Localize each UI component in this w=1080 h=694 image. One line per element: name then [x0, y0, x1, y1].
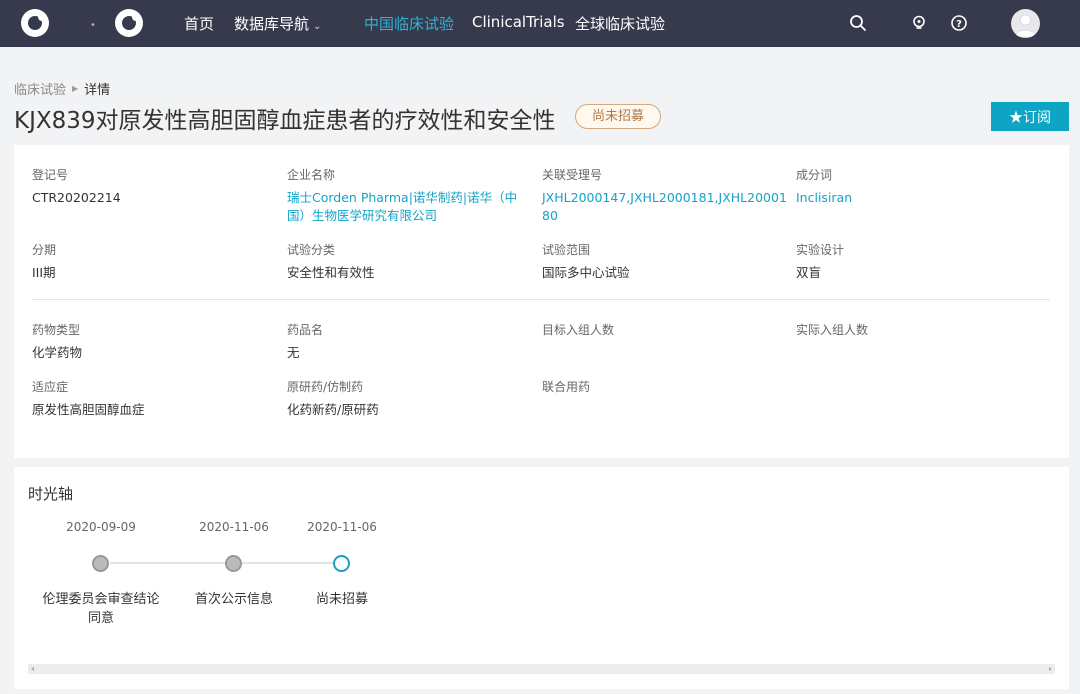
- field-label: 企业名称: [287, 168, 336, 182]
- field-value: 安全性和有效性: [287, 265, 375, 280]
- field-indication: 适应症 原发性高胆固醇血症: [32, 379, 272, 419]
- field-label: 试验分类: [287, 243, 336, 257]
- bulb-icon[interactable]: [910, 14, 928, 32]
- timeline-label: 伦理委员会审查结论同意: [42, 592, 160, 626]
- field-design: 实验设计 双盲: [796, 242, 1036, 282]
- user-avatar-icon[interactable]: [1011, 9, 1040, 38]
- field-label: 药品名: [287, 323, 324, 337]
- field-company: 企业名称 瑞士Corden Pharma|诺华制药|诺华（中国）生物医学研究有限…: [287, 167, 522, 225]
- field-label: 原研药/仿制药: [287, 380, 364, 394]
- accept-no-link[interactable]: JXHL2000147,JXHL2000181,JXHL2000180: [542, 189, 787, 225]
- timeline-node[interactable]: [225, 555, 242, 572]
- breadcrumb: 临床试验 ▶ 详情: [14, 79, 110, 98]
- field-value: 国际多中心试验: [542, 265, 630, 280]
- timeline-label: 首次公示信息: [194, 592, 273, 607]
- field-label: 联合用药: [542, 380, 591, 394]
- field-category: 试验分类 安全性和有效性: [287, 242, 527, 282]
- field-value: III期: [32, 265, 56, 280]
- field-label: 分期: [32, 243, 57, 257]
- field-label: 目标入组人数: [542, 323, 615, 337]
- field-value: 原发性高胆固醇血症: [32, 402, 145, 417]
- separator-dot: •: [90, 20, 96, 31]
- field-scope: 试验范围 国际多中心试验: [542, 242, 782, 282]
- top-nav: • 首页 数据库导航 ⌄ 中国临床试验 ClinicalTrials 全球临床试验…: [0, 0, 1080, 47]
- field-combo: 联合用药: [542, 379, 782, 401]
- section-divider: [32, 299, 1050, 300]
- field-value: 双盲: [796, 265, 822, 280]
- timeline-date: 2020-09-09: [66, 520, 136, 534]
- subscribe-button[interactable]: ★订阅: [991, 102, 1069, 131]
- field-phase: 分期 III期: [32, 242, 272, 282]
- field-target-enroll: 目标入组人数: [542, 322, 782, 344]
- timeline-card: 时光轴 2020-09-09 2020-11-06 2020-11-06 伦理委…: [14, 467, 1069, 689]
- timeline-label: 尚未招募: [315, 592, 368, 607]
- field-value: CTR20202214: [32, 190, 121, 205]
- help-icon[interactable]: ?: [950, 14, 968, 32]
- svg-text:?: ?: [956, 19, 962, 30]
- field-value: 化学药物: [32, 345, 83, 360]
- field-actual-enroll: 实际入组人数: [796, 322, 1036, 344]
- timeline-title: 时光轴: [28, 485, 74, 503]
- field-label: 药物类型: [32, 323, 81, 337]
- field-label: 实验设计: [796, 243, 845, 257]
- chevron-down-icon: ⌄: [313, 21, 322, 32]
- timeline-node[interactable]: [92, 555, 109, 572]
- breadcrumb-arrow-icon: ▶: [72, 84, 79, 93]
- field-label: 登记号: [32, 168, 69, 182]
- nav-home[interactable]: 首页: [184, 13, 214, 34]
- nav-china-trials[interactable]: 中国临床试验: [364, 13, 454, 34]
- field-label: 实际入组人数: [796, 323, 869, 337]
- breadcrumb-current: 详情: [84, 83, 111, 98]
- breadcrumb-parent[interactable]: 临床试验: [14, 79, 66, 98]
- timeline-date: 2020-11-06: [307, 520, 377, 534]
- nav-database[interactable]: 数据库导航 ⌄: [234, 13, 321, 34]
- page-title: KJX839对原发性高胆固醇血症患者的疗效性和安全性: [14, 108, 556, 134]
- logo-icon[interactable]: [21, 9, 49, 37]
- nav-database-label: 数据库导航: [234, 15, 310, 33]
- trial-info-card: 登记号 CTR20202214 企业名称 瑞士Corden Pharma|诺华制…: [14, 145, 1069, 458]
- field-orig-generic: 原研药/仿制药 化药新药/原研药: [287, 379, 527, 419]
- timeline-node-current[interactable]: [333, 555, 350, 572]
- field-label: 适应症: [32, 380, 69, 394]
- search-icon[interactable]: [849, 14, 867, 32]
- ingredient-link[interactable]: Inclisiran: [796, 189, 1036, 207]
- field-label: 关联受理号: [542, 168, 603, 182]
- field-value: 无: [287, 345, 300, 360]
- horizontal-scrollbar[interactable]: [28, 664, 1055, 674]
- field-drug-type: 药物类型 化学药物: [32, 322, 272, 362]
- field-reg-no: 登记号 CTR20202214: [32, 167, 272, 207]
- nav-global-trials[interactable]: 全球临床试验: [575, 13, 665, 34]
- logo-icon[interactable]: [115, 9, 143, 37]
- timeline-date: 2020-11-06: [199, 520, 269, 534]
- field-value: 化药新药/原研药: [287, 402, 379, 417]
- field-label: 成分词: [796, 168, 833, 182]
- field-drug-name: 药品名 无: [287, 322, 527, 362]
- field-label: 试验范围: [542, 243, 591, 257]
- field-accept-no: 关联受理号 JXHL2000147,JXHL2000181,JXHL200018…: [542, 167, 787, 225]
- nav-clinicaltrials[interactable]: ClinicalTrials: [472, 13, 565, 31]
- company-link[interactable]: 瑞士Corden Pharma|诺华制药|诺华（中国）生物医学研究有限公司: [287, 189, 522, 225]
- status-badge: 尚未招募: [575, 104, 662, 129]
- field-ingredient: 成分词 Inclisiran: [796, 167, 1036, 207]
